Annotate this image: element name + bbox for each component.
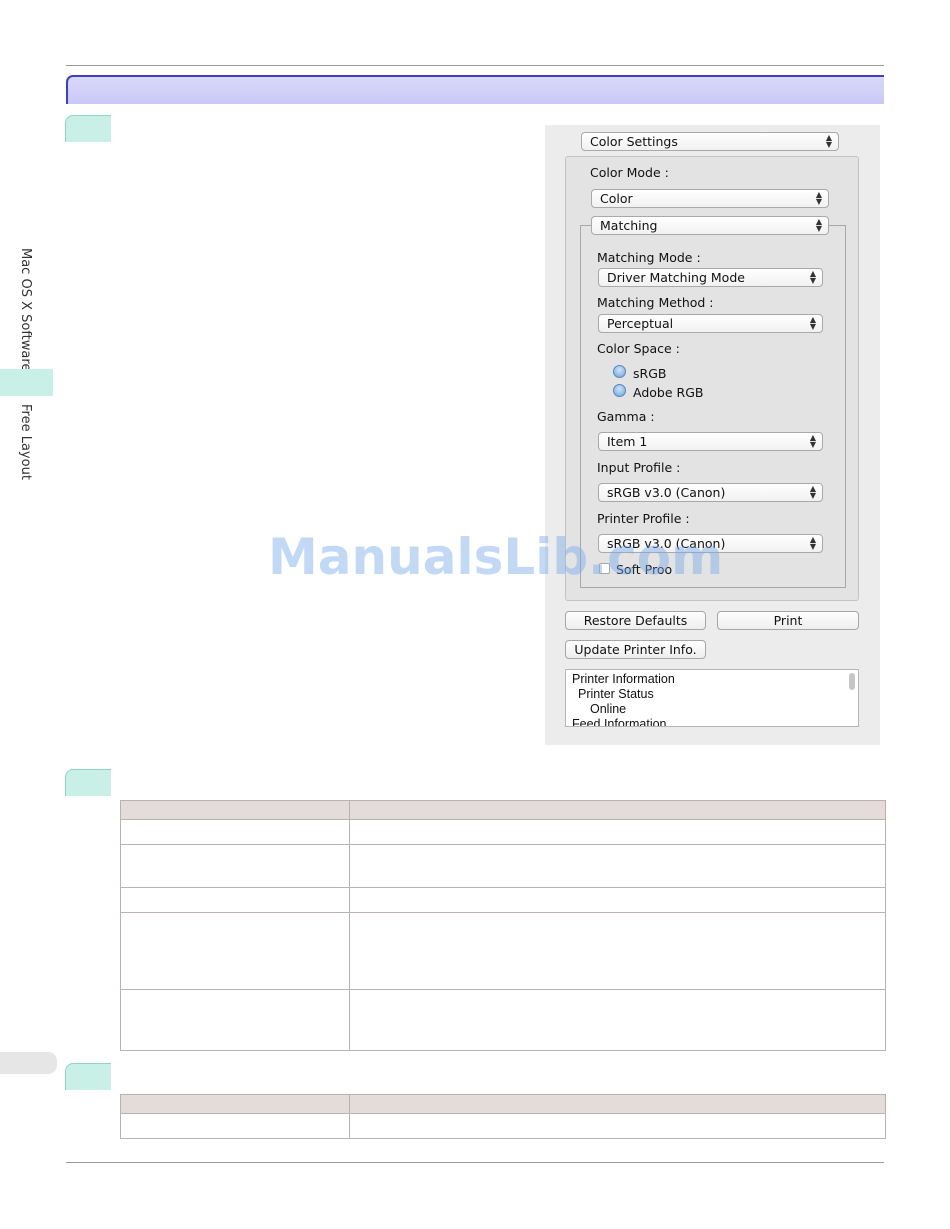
table-header-cell bbox=[120, 800, 350, 820]
top-rule bbox=[66, 65, 884, 66]
table-header-cell bbox=[349, 800, 886, 820]
table-row bbox=[120, 1113, 886, 1139]
color-mode-value: Color bbox=[600, 191, 633, 206]
panel-selector-value: Color Settings bbox=[590, 134, 678, 149]
table-header-row bbox=[120, 800, 886, 820]
table-cell bbox=[349, 989, 886, 1051]
step-marker bbox=[65, 1063, 111, 1090]
restore-defaults-button[interactable]: Restore Defaults bbox=[565, 611, 706, 630]
table-row bbox=[120, 819, 886, 845]
table-cell bbox=[120, 819, 350, 845]
table-header-cell bbox=[349, 1094, 886, 1114]
input-profile-label: Input Profile : bbox=[597, 460, 681, 475]
table-header-row bbox=[120, 1094, 886, 1114]
updown-arrows-icon: ▲ ▼ bbox=[809, 269, 816, 285]
radio-adobe-rgb[interactable] bbox=[613, 384, 626, 397]
table-row bbox=[120, 887, 886, 913]
table-cell bbox=[120, 844, 350, 888]
matching-method-value: Perceptual bbox=[607, 316, 674, 331]
table-row bbox=[120, 912, 886, 990]
section-heading-bar bbox=[66, 75, 884, 104]
table-cell bbox=[120, 912, 350, 990]
table-cell bbox=[120, 989, 350, 1051]
matching-mode-value: Driver Matching Mode bbox=[607, 270, 745, 285]
table-cell bbox=[120, 887, 350, 913]
info-line: Feed Information bbox=[572, 717, 667, 727]
printer-profile-label: Printer Profile : bbox=[597, 511, 690, 526]
matching-mode-popup[interactable]: Driver Matching Mode ▲ ▼ bbox=[598, 268, 823, 287]
info-scrollbar[interactable] bbox=[849, 673, 855, 690]
updown-arrows-icon: ▲ ▼ bbox=[815, 217, 822, 233]
info-line: Online bbox=[590, 702, 627, 716]
input-profile-value: sRGB v3.0 (Canon) bbox=[607, 485, 726, 500]
gamma-label: Gamma : bbox=[597, 409, 655, 424]
table-cell bbox=[349, 844, 886, 888]
table-cell bbox=[349, 1113, 886, 1139]
matching-method-label: Matching Method : bbox=[597, 295, 714, 310]
matching-mode-label: Matching Mode : bbox=[597, 250, 701, 265]
color-mode-popup[interactable]: Color ▲ ▼ bbox=[591, 189, 829, 208]
print-button[interactable]: Print bbox=[717, 611, 859, 630]
side-tab-highlight bbox=[0, 369, 53, 396]
gamma-popup[interactable]: Item 1 ▲ ▼ bbox=[598, 432, 823, 451]
side-tab-subsection[interactable]: Free Layout bbox=[18, 404, 33, 480]
side-tab-section[interactable]: Mac OS X Software bbox=[18, 248, 33, 371]
side-page-tab bbox=[0, 1052, 57, 1074]
table-row bbox=[120, 989, 886, 1051]
matching-method-popup[interactable]: Perceptual ▲ ▼ bbox=[598, 314, 823, 333]
radio-adobe-rgb-label: Adobe RGB bbox=[633, 385, 704, 400]
info-line: Printer Information bbox=[572, 672, 675, 686]
table-cell bbox=[120, 1113, 350, 1139]
second-settings-table bbox=[120, 1094, 886, 1139]
bottom-rule bbox=[66, 1162, 884, 1163]
table-cell bbox=[349, 819, 886, 845]
printer-info-list[interactable]: Printer Information Printer Status Onlin… bbox=[565, 669, 859, 727]
updown-arrows-icon: ▲ ▼ bbox=[815, 190, 822, 206]
table-cell bbox=[349, 912, 886, 990]
updown-arrows-icon: ▲ ▼ bbox=[809, 433, 816, 449]
color-mode-label: Color Mode : bbox=[590, 165, 669, 180]
step-marker bbox=[65, 115, 111, 142]
radio-srgb[interactable] bbox=[613, 365, 626, 378]
updown-arrows-icon: ▲ ▼ bbox=[809, 484, 816, 500]
watermark-text: ManualsLib.com bbox=[268, 528, 724, 586]
gamma-value: Item 1 bbox=[607, 434, 648, 449]
step-marker bbox=[65, 769, 111, 796]
color-space-label: Color Space : bbox=[597, 341, 680, 356]
radio-srgb-label: sRGB bbox=[633, 366, 667, 381]
update-printer-info-button[interactable]: Update Printer Info. bbox=[565, 640, 706, 659]
updown-arrows-icon: ▲ ▼ bbox=[809, 535, 816, 551]
updown-arrows-icon: ▲ ▼ bbox=[809, 315, 816, 331]
group-selector-value: Matching bbox=[600, 218, 658, 233]
panel-selector-popup[interactable]: Color Settings ▲ ▼ bbox=[581, 132, 839, 151]
settings-table bbox=[120, 800, 886, 1051]
table-cell bbox=[349, 887, 886, 913]
input-profile-popup[interactable]: sRGB v3.0 (Canon) ▲ ▼ bbox=[598, 483, 823, 502]
updown-arrows-icon: ▲ ▼ bbox=[825, 133, 832, 149]
table-row bbox=[120, 844, 886, 888]
group-selector-popup[interactable]: Matching ▲ ▼ bbox=[591, 216, 829, 235]
info-line: Printer Status bbox=[578, 687, 654, 701]
table-header-cell bbox=[120, 1094, 350, 1114]
